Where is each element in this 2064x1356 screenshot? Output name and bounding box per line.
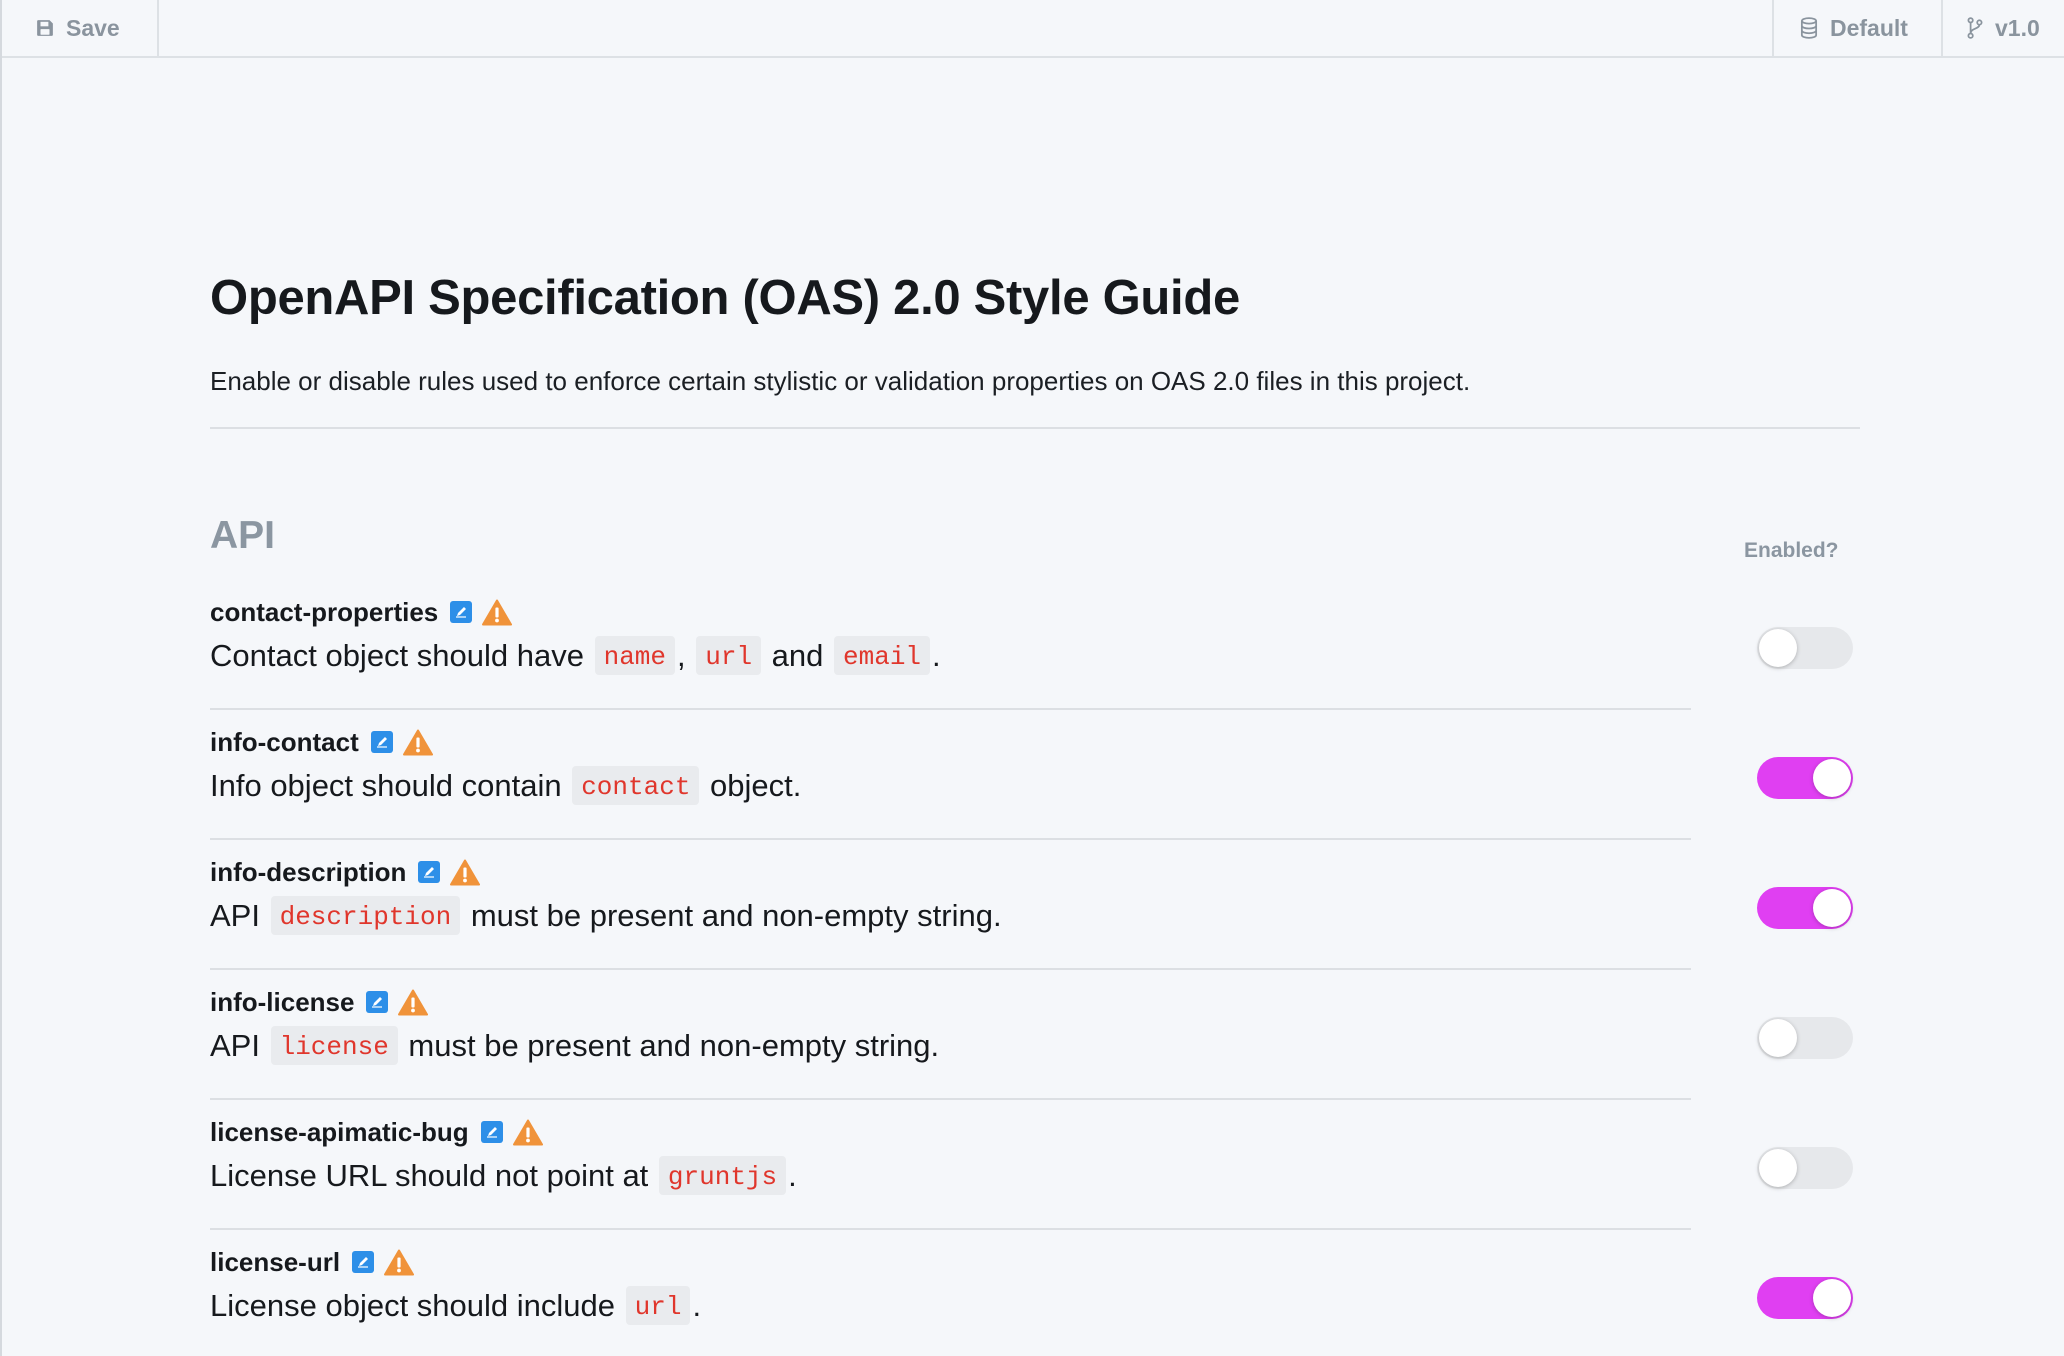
rule-description: Contact object should have name, url and… xyxy=(210,636,941,675)
edit-icon[interactable] xyxy=(366,991,389,1013)
edit-icon[interactable] xyxy=(450,601,473,623)
rule-enabled-toggle[interactable] xyxy=(1757,1017,1853,1059)
rule-row: info-description API description must be … xyxy=(210,840,1860,970)
rule-name: license-apimatic-bug xyxy=(210,1116,469,1147)
code-token: gruntjs xyxy=(658,1156,787,1195)
rule-description: License object should include url. xyxy=(210,1286,701,1325)
version-label: v1.0 xyxy=(1995,14,2040,41)
code-token: description xyxy=(270,896,461,935)
rule-header: info-contact xyxy=(210,724,433,760)
description-text: must be present and non-empty string. xyxy=(399,1027,940,1063)
rule-name: license-url xyxy=(210,1246,341,1277)
page-subtitle: Enable or disable rules used to enforce … xyxy=(210,366,1471,396)
rule-name: info-contact xyxy=(210,726,359,757)
description-text: object. xyxy=(701,767,802,803)
description-text: Contact object should have xyxy=(210,637,593,673)
database-label: Default xyxy=(1830,14,1908,41)
description-text: API xyxy=(210,1027,269,1063)
database-icon xyxy=(1800,17,1818,39)
app-frame: Save Default v1.0 OpenAPI Specification … xyxy=(0,0,2064,1356)
warning-icon xyxy=(482,599,513,625)
warning-icon xyxy=(402,729,433,755)
save-button[interactable]: Save xyxy=(2,0,159,56)
edit-icon[interactable] xyxy=(418,861,441,883)
description-text: . xyxy=(692,1287,702,1323)
rule-name: info-description xyxy=(210,856,407,887)
header-divider xyxy=(210,427,1860,429)
description-text: API xyxy=(210,897,269,933)
version-branch-button[interactable]: v1.0 xyxy=(1941,0,2064,56)
rule-enabled-toggle[interactable] xyxy=(1757,1277,1853,1319)
toggle-knob xyxy=(1813,889,1851,927)
edit-icon[interactable] xyxy=(370,731,393,753)
rule-name: contact-properties xyxy=(210,596,439,627)
rule-enabled-toggle[interactable] xyxy=(1757,627,1853,669)
rule-enabled-toggle[interactable] xyxy=(1757,1147,1853,1189)
rule-header: info-description xyxy=(210,854,481,890)
code-token: license xyxy=(270,1026,398,1065)
description-text: and xyxy=(763,637,833,673)
rule-description: Info object should contain contact objec… xyxy=(210,766,801,805)
rule-description: API description must be present and non-… xyxy=(210,896,1002,935)
edit-icon[interactable] xyxy=(480,1121,503,1143)
description-text: . xyxy=(788,1157,797,1193)
code-token: name xyxy=(594,636,676,675)
description-text: License object should include xyxy=(210,1287,624,1323)
rule-header: license-url xyxy=(210,1244,415,1280)
rule-enabled-toggle[interactable] xyxy=(1757,887,1853,929)
code-token: url xyxy=(625,1286,691,1325)
toggle-knob xyxy=(1813,1279,1851,1317)
save-icon xyxy=(37,20,53,36)
rule-row: info-contact Info object should contain c… xyxy=(210,710,1860,840)
rule-header: contact-properties xyxy=(210,594,513,630)
code-token: email xyxy=(834,636,931,675)
rule-enabled-toggle[interactable] xyxy=(1757,757,1853,799)
toggle-knob xyxy=(1813,759,1851,797)
rule-name: info-license xyxy=(210,986,355,1017)
save-label: Save xyxy=(66,14,120,41)
section-title: API xyxy=(210,514,276,557)
warning-icon xyxy=(450,859,481,885)
rule-row: contact-properties Contact object should … xyxy=(210,580,1860,710)
rules-list: contact-properties Contact object should … xyxy=(210,580,1860,1356)
toggle-knob xyxy=(1759,1149,1797,1187)
toggle-knob xyxy=(1759,1019,1797,1057)
warning-icon xyxy=(384,1249,415,1275)
description-text: . xyxy=(932,637,941,673)
rule-header: info-license xyxy=(210,984,429,1020)
description-text: must be present and non-empty string. xyxy=(462,897,1002,933)
toolbar: Save Default v1.0 xyxy=(2,0,2064,58)
description-text: Info object should contain xyxy=(210,767,571,803)
rule-description: License URL should not point at gruntjs. xyxy=(210,1156,797,1195)
toggle-knob xyxy=(1759,629,1797,667)
warning-icon xyxy=(512,1119,543,1145)
git-branch-icon xyxy=(1967,17,1983,39)
rule-row: info-license API license must be present … xyxy=(210,970,1860,1100)
code-token: url xyxy=(696,636,762,675)
rule-row: license-apimatic-bug License URL should n… xyxy=(210,1100,1860,1230)
enabled-column-header: Enabled? xyxy=(1744,539,1839,562)
page-title: OpenAPI Specification (OAS) 2.0 Style Gu… xyxy=(210,271,1240,325)
description-text: , xyxy=(677,637,695,673)
database-selector-button[interactable]: Default xyxy=(1772,0,1941,56)
description-text: License URL should not point at xyxy=(210,1157,657,1193)
rule-row: license-url License object should include… xyxy=(210,1230,1860,1356)
rule-header: license-apimatic-bug xyxy=(210,1114,543,1150)
edit-icon[interactable] xyxy=(352,1251,375,1273)
warning-icon xyxy=(398,989,429,1015)
rule-description: API license must be present and non-empt… xyxy=(210,1026,939,1065)
code-token: contact xyxy=(572,766,700,805)
